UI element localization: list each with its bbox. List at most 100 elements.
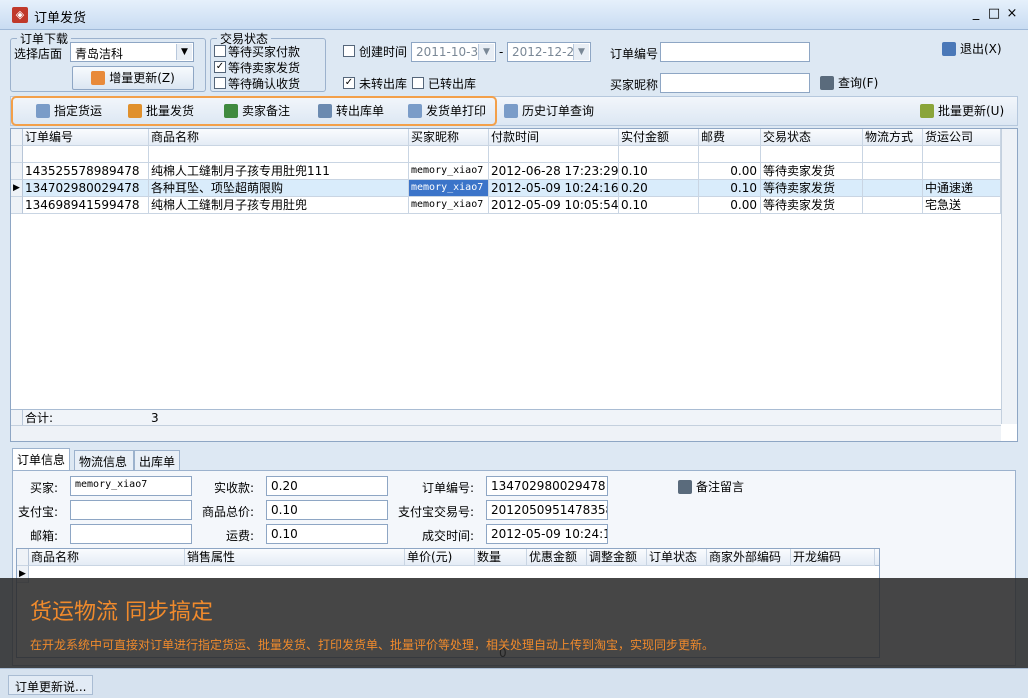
filter-cell-product-name[interactable] (149, 146, 409, 163)
column-header-paid-amount[interactable]: 实付金额 (619, 129, 699, 146)
items-header-product-name[interactable]: 商品名称 (29, 549, 185, 566)
created-time-checkbox[interactable] (343, 45, 355, 57)
table-cell-postage[interactable]: 0.00 (699, 197, 761, 214)
table-cell-logistics-method[interactable] (863, 197, 923, 214)
deal-time-field[interactable]: 2012-05-09 10:24:16 (486, 524, 608, 544)
column-header-trade-status[interactable]: 交易状态 (761, 129, 863, 146)
maximize-button[interactable]: □ (986, 6, 1002, 22)
table-cell-order-no[interactable]: 143525578989478 (23, 163, 149, 180)
grid-vertical-scrollbar[interactable] (1001, 129, 1017, 424)
items-header-kailong-code[interactable]: 开龙编码 (791, 549, 875, 566)
filter-cell-order-no[interactable] (23, 146, 149, 163)
status-checkbox-awaiting-shipment[interactable]: ✓ (214, 61, 226, 73)
items-header-discount[interactable]: 优惠金额 (527, 549, 587, 566)
table-cell-carrier[interactable]: 宅急送 (923, 197, 1001, 214)
remark-button[interactable]: 备注留言 (678, 478, 744, 495)
table-cell-product-name[interactable]: 纯棉人工缝制月子孩专用肚兜 (149, 197, 409, 214)
status-checkbox-awaiting-payment[interactable] (214, 45, 226, 57)
order-no-detail-field[interactable]: 134702980029478 (486, 476, 608, 496)
items-header-merchant-code[interactable]: 商家外部编码 (707, 549, 791, 566)
filter-cell-pay-time[interactable] (489, 146, 619, 163)
table-cell-buyer-nick[interactable]: memory_xiao7 (409, 163, 489, 180)
table-cell-order-no[interactable]: 134702980029478 (23, 180, 149, 197)
status-checkbox-awaiting-receipt[interactable] (214, 77, 226, 89)
row-indicator[interactable]: ▶ (11, 180, 23, 197)
history-query-button[interactable]: 历史订单查询 (504, 102, 594, 119)
items-header-unit-price[interactable]: 单价(元) (405, 549, 475, 566)
table-cell-carrier[interactable] (923, 163, 1001, 180)
table-cell-product-name[interactable]: 纯棉人工缝制月子孩专用肚兜111 (149, 163, 409, 180)
items-header-sales-attr[interactable]: 销售属性 (185, 549, 405, 566)
table-cell-buyer-nick[interactable]: memory_xiao7 (409, 180, 489, 197)
alipay-field[interactable] (70, 500, 192, 520)
query-button[interactable]: 查询(F) (820, 74, 878, 91)
assign-shipping-button[interactable]: 指定货运 (36, 102, 102, 119)
calendar-dropdown-icon[interactable]: ▼ (573, 44, 589, 60)
column-header-buyer-nick[interactable]: 买家昵称 (409, 129, 489, 146)
tab-outbound[interactable]: 出库单 (134, 450, 180, 470)
print-shipping-button[interactable]: 发货单打印 (408, 102, 486, 119)
table-cell-buyer-nick[interactable]: memory_xiao7 (409, 197, 489, 214)
order-no-detail-label: 订单编号: (422, 481, 475, 495)
seller-remark-button[interactable]: 卖家备注 (224, 102, 290, 119)
filter-cell-carrier[interactable] (923, 146, 1001, 163)
goods-total-field[interactable]: 0.10 (266, 500, 388, 520)
filter-cell-paid-amount[interactable] (619, 146, 699, 163)
table-cell-pay-time[interactable]: 2012-06-28 17:23:29 (489, 163, 619, 180)
table-cell-pay-time[interactable]: 2012-05-09 10:24:16 (489, 180, 619, 197)
filter-cell-trade-status[interactable] (761, 146, 863, 163)
incremental-update-button[interactable]: 增量更新(Z) (72, 66, 194, 90)
items-header-adjust[interactable]: 调整金额 (587, 549, 647, 566)
buyer-field[interactable]: memory_xiao7 (70, 476, 192, 496)
column-header-postage[interactable]: 邮费 (699, 129, 761, 146)
chevron-down-icon[interactable]: ▼ (176, 44, 192, 60)
filter-cell-buyer-nick[interactable] (409, 146, 489, 163)
row-indicator[interactable] (11, 197, 23, 214)
column-header-order-no[interactable]: 订单编号 (23, 129, 149, 146)
table-cell-order-no[interactable]: 134698941599478 (23, 197, 149, 214)
filter-cell-logistics-method[interactable] (863, 146, 923, 163)
outbound-checkbox[interactable] (412, 77, 424, 89)
column-header-product-name[interactable]: 商品名称 (149, 129, 409, 146)
table-cell-carrier[interactable]: 中通速递 (923, 180, 1001, 197)
transfer-outbound-button[interactable]: 转出库单 (318, 102, 384, 119)
table-cell-postage[interactable]: 0.00 (699, 163, 761, 180)
table-cell-trade-status[interactable]: 等待卖家发货 (761, 180, 863, 197)
date-to-picker[interactable]: 2012-12-28 ▼ (507, 42, 591, 62)
filter-cell-postage[interactable] (699, 146, 761, 163)
store-select[interactable]: 青岛洁科 ▼ (70, 42, 194, 62)
exit-button[interactable]: 退出(X) (942, 40, 1002, 57)
batch-update-button[interactable]: 批量更新(U) (920, 102, 1004, 119)
items-header-order-status[interactable]: 订单状态 (647, 549, 707, 566)
tab-order-info[interactable]: 订单信息 (12, 448, 70, 470)
column-header-logistics-method[interactable]: 物流方式 (863, 129, 923, 146)
items-header-qty[interactable]: 数量 (475, 549, 527, 566)
calendar-dropdown-icon[interactable]: ▼ (478, 44, 494, 60)
table-cell-paid-amount[interactable]: 0.10 (619, 197, 699, 214)
email-field[interactable] (70, 524, 192, 544)
row-indicator[interactable] (11, 163, 23, 180)
table-cell-product-name[interactable]: 各种耳坠、项坠超萌限购 (149, 180, 409, 197)
table-cell-paid-amount[interactable]: 0.10 (619, 163, 699, 180)
close-button[interactable]: × (1004, 6, 1020, 22)
table-cell-trade-status[interactable]: 等待卖家发货 (761, 197, 863, 214)
tab-logistics-info[interactable]: 物流信息 (74, 450, 134, 470)
table-cell-paid-amount[interactable]: 0.20 (619, 180, 699, 197)
column-header-pay-time[interactable]: 付款时间 (489, 129, 619, 146)
not-outbound-checkbox[interactable]: ✓ (343, 77, 355, 89)
batch-ship-button[interactable]: 批量发货 (128, 102, 194, 119)
order-no-input[interactable] (660, 42, 810, 62)
grid-horizontal-scrollbar[interactable] (11, 425, 1001, 441)
column-header-carrier[interactable]: 货运公司 (923, 129, 1001, 146)
table-cell-postage[interactable]: 0.10 (699, 180, 761, 197)
received-field[interactable]: 0.20 (266, 476, 388, 496)
table-cell-logistics-method[interactable] (863, 180, 923, 197)
date-from-picker[interactable]: 2011-10-30 ▼ (411, 42, 496, 62)
table-cell-trade-status[interactable]: 等待卖家发货 (761, 163, 863, 180)
buyer-nick-input[interactable] (660, 73, 810, 93)
table-cell-logistics-method[interactable] (863, 163, 923, 180)
minimize-button[interactable]: _ (968, 6, 984, 22)
table-cell-pay-time[interactable]: 2012-05-09 10:05:54 (489, 197, 619, 214)
freight-field[interactable]: 0.10 (266, 524, 388, 544)
alipay-trade-field[interactable]: 2012050951478358 (486, 500, 608, 520)
